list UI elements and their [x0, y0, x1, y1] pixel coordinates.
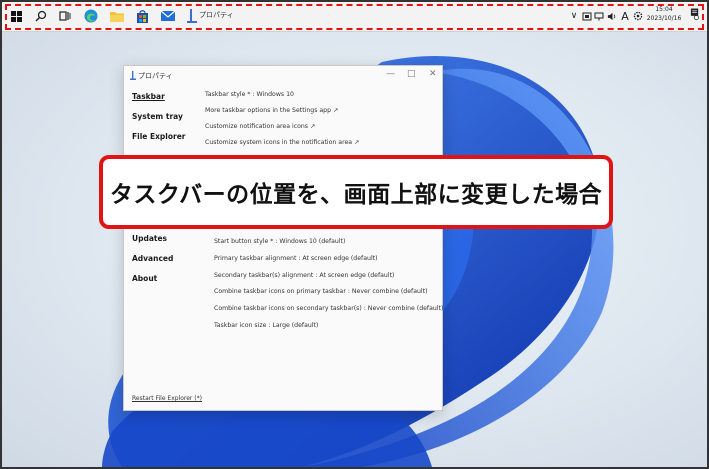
onedrive-icon[interactable]	[582, 10, 592, 22]
store-icon[interactable]	[134, 8, 150, 24]
nav-advanced[interactable]: Advanced	[132, 254, 173, 263]
nav-taskbar[interactable]: Taskbar	[132, 92, 165, 101]
setting-secondary-alignment[interactable]: Secondary taskbar(s) alignment : At scre…	[214, 272, 394, 279]
active-app-label[interactable]: プロパティ	[199, 10, 234, 20]
setting-taskbar-style[interactable]: Taskbar style * : Windows 10	[205, 91, 294, 98]
properties-app-icon[interactable]	[184, 8, 200, 24]
setting-primary-alignment[interactable]: Primary taskbar alignment : At screen ed…	[214, 255, 378, 262]
nav-about[interactable]: About	[132, 274, 157, 283]
edge-icon[interactable]	[83, 8, 99, 24]
link-more-taskbar-options[interactable]: More taskbar options in the Settings app…	[205, 107, 338, 114]
mail-icon[interactable]	[160, 8, 176, 24]
maximize-button[interactable]: □	[407, 69, 416, 79]
annotation-callout: タスクバーの位置を、画面上部に変更した場合	[99, 155, 613, 229]
close-button[interactable]: ✕	[429, 69, 437, 79]
setting-icon-size[interactable]: Taskbar icon size : Large (default)	[214, 322, 318, 329]
search-icon[interactable]	[33, 8, 49, 24]
setting-start-button-style[interactable]: Start button style * : Windows 10 (defau…	[214, 238, 345, 245]
link-notification-area-icons[interactable]: Customize notification area icons ↗	[205, 123, 315, 130]
settings-gear-icon[interactable]	[633, 10, 643, 22]
network-icon[interactable]	[594, 10, 604, 22]
ime-indicator[interactable]: A	[620, 10, 630, 23]
callout-text: タスクバーの位置を、画面上部に変更した場合	[109, 182, 603, 208]
screenshot-frame: プロパティ ∨ A 15:04 2023/10/16 プロパティ — □ ✕ T…	[0, 0, 709, 469]
window-title: プロパティ	[138, 72, 173, 80]
link-system-icons[interactable]: Customize system icons in the notificati…	[205, 139, 359, 146]
minimize-button[interactable]: —	[386, 69, 395, 79]
volume-icon[interactable]	[607, 10, 617, 22]
clock-time: 15:04	[655, 6, 673, 13]
taskbar-clock[interactable]: 15:04 2023/10/16	[644, 5, 684, 23]
nav-updates[interactable]: Updates	[132, 234, 167, 243]
task-view-icon[interactable]	[57, 8, 73, 24]
nav-system-tray[interactable]: System tray	[132, 112, 183, 121]
file-explorer-icon[interactable]	[109, 8, 125, 24]
nav-file-explorer[interactable]: File Explorer	[132, 132, 186, 141]
clock-date: 2023/10/16	[646, 15, 682, 22]
setting-combine-primary[interactable]: Combine taskbar icons on primary taskbar…	[214, 288, 427, 295]
taskbar: プロパティ ∨ A 15:04 2023/10/16	[2, 2, 707, 32]
notification-icon[interactable]	[690, 8, 700, 21]
chevron-up-icon[interactable]: ∨	[569, 10, 579, 22]
setting-combine-secondary[interactable]: Combine taskbar icons on secondary taskb…	[214, 305, 443, 312]
start-icon[interactable]	[8, 8, 24, 24]
window-app-icon	[130, 71, 136, 80]
properties-window: プロパティ — □ ✕ Taskbar System tray File Exp…	[123, 65, 443, 411]
restart-file-explorer-link[interactable]: Restart File Explorer (*)	[132, 395, 202, 402]
